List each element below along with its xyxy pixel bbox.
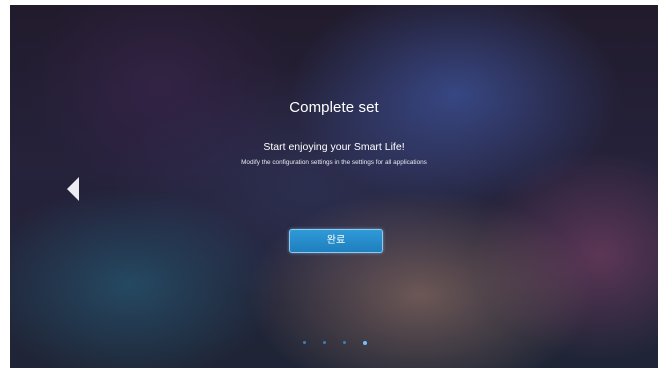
done-button[interactable]: 완료 <box>289 229 383 253</box>
setup-screen: Complete set Start enjoying your Smart L… <box>10 5 658 368</box>
page-dot-2 <box>323 341 326 344</box>
page-dot-3 <box>343 341 346 344</box>
page-indicator <box>303 340 373 347</box>
back-button[interactable] <box>66 176 82 202</box>
page-subtitle: Start enjoying your Smart Life! <box>263 141 405 153</box>
page-dot-1 <box>303 341 306 344</box>
page-description: Modify the configuration settings in the… <box>241 159 427 166</box>
page-dot-4-active <box>363 340 367 345</box>
page-title: Complete set <box>289 99 379 116</box>
chevron-left-icon <box>67 177 79 201</box>
